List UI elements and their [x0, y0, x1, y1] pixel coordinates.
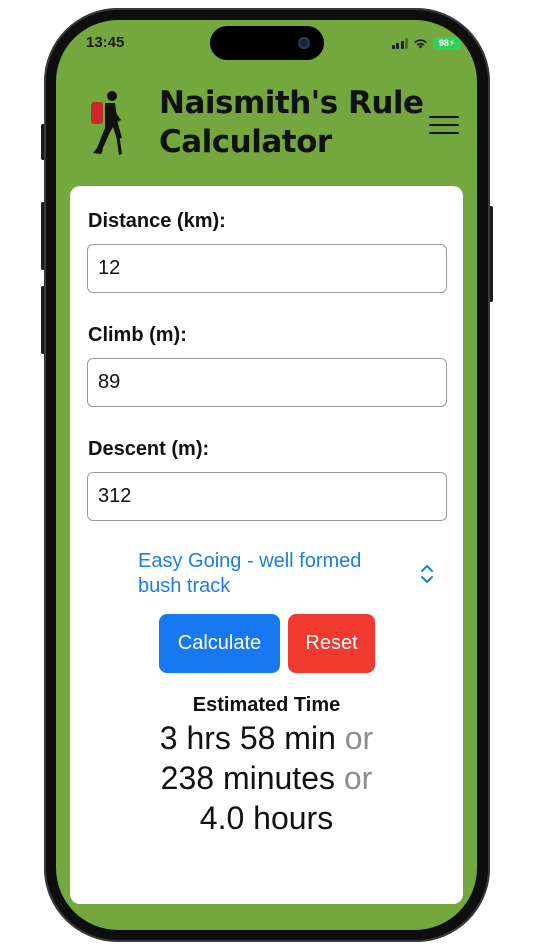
- front-camera-icon: [298, 37, 310, 49]
- or-separator: or: [343, 760, 373, 796]
- status-icons: 98⚡: [391, 36, 461, 50]
- page-title: Naismith's Rule Calculator: [159, 84, 429, 162]
- page-title-line1: Naismith's Rule: [159, 85, 424, 121]
- or-separator: or: [344, 720, 374, 756]
- battery-level: 98: [438, 37, 449, 48]
- hamburger-menu-icon[interactable]: [429, 116, 459, 138]
- descent-label: Descent (m):: [88, 438, 210, 460]
- chevron-up-down-icon: [421, 565, 433, 583]
- result-heading: Estimated Time: [192, 694, 341, 716]
- terrain-select[interactable]: Easy Going - well formed bush track: [138, 549, 438, 601]
- result-minutes: 238 minutes or: [70, 760, 463, 797]
- dynamic-island: [210, 26, 324, 60]
- terrain-select-value: Easy Going - well formed bush track: [138, 550, 362, 597]
- result-hours-minutes-value: 3 hrs 58 min: [159, 720, 336, 756]
- result-hours-value: 4.0 hours: [199, 800, 334, 836]
- app-header: Naismith's Rule Calculator: [56, 80, 477, 190]
- distance-input[interactable]: [87, 244, 447, 293]
- descent-input[interactable]: [87, 472, 447, 521]
- result-hours-minutes: 3 hrs 58 min or: [70, 720, 463, 757]
- climb-input[interactable]: [87, 358, 447, 407]
- status-bar: 13:45 98⚡: [56, 20, 477, 66]
- result-hours: 4.0 hours: [70, 800, 463, 837]
- wifi-icon: [414, 39, 427, 49]
- hiker-icon: [91, 91, 122, 155]
- battery-icon: 98⚡: [433, 36, 461, 50]
- reset-button[interactable]: Reset: [288, 614, 375, 673]
- page-title-line2: Calculator: [159, 124, 332, 160]
- status-time: 13:45: [86, 34, 125, 51]
- distance-label: Distance (km):: [88, 210, 226, 232]
- calculator-card: Distance (km): Climb (m): Descent (m): E…: [70, 186, 463, 904]
- app-screen: 13:45 98⚡ Naismith's Rule Calculator Dis…: [56, 20, 477, 930]
- calculate-button[interactable]: Calculate: [159, 614, 280, 673]
- climb-label: Climb (m):: [88, 324, 187, 346]
- cellular-signal-icon: [391, 37, 408, 49]
- result-minutes-value: 238 minutes: [160, 760, 335, 796]
